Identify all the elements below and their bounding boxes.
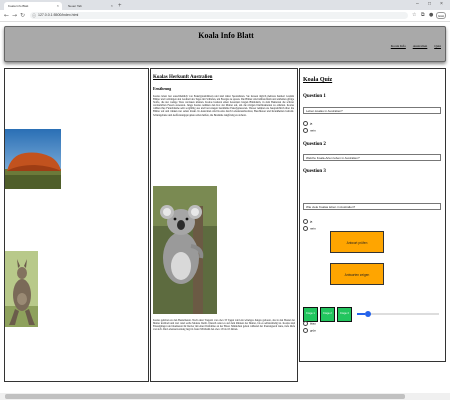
radio-label: grün: [310, 328, 317, 333]
radio-icon[interactable]: [303, 128, 308, 133]
question-1-button[interactable]: Frage 1: [303, 307, 318, 322]
radio-option-nein[interactable]: nein: [303, 226, 316, 231]
question-1-input[interactable]: Leben koalas in Australien?: [303, 107, 441, 114]
address-text: 127.0.0.1:5500/index.html: [38, 13, 79, 17]
radio-icon[interactable]: [303, 121, 308, 126]
show-answers-button[interactable]: Antworten zeigen: [330, 263, 384, 285]
quiz-title: Koala Quiz: [303, 77, 333, 83]
reload-icon[interactable]: ↻: [20, 11, 25, 20]
question-3-label: Question 3: [303, 169, 326, 174]
question-3-input[interactable]: Wie viele Koalas leben in Australien?: [303, 203, 441, 210]
profile-button[interactable]: Gäst: [436, 12, 446, 19]
question-2-button[interactable]: Frage 2: [320, 307, 335, 322]
new-tab-icon[interactable]: +: [118, 2, 122, 10]
left-column: [4, 68, 149, 382]
range-slider[interactable]: [357, 311, 439, 317]
article-column: Koalas Herkunft Australien Ernährung Koa…: [150, 68, 298, 382]
close-icon[interactable]: ×: [111, 2, 113, 10]
browser-tab-strip: Koala Info Blatt × Neuer Tab × + – □ ×: [0, 0, 450, 10]
article-subtitle: Ernährung: [153, 87, 172, 91]
radio-option-ja[interactable]: ja: [303, 121, 312, 126]
account-icon[interactable]: ●: [429, 12, 433, 19]
radio-label: nein: [310, 128, 316, 133]
browser-toolbar: ← → ↻ ⓘ 127.0.0.1:5500/index.html ☆ ⧉ ● …: [0, 10, 450, 22]
star-icon[interactable]: ☆: [412, 12, 416, 19]
radio-label: nein: [310, 226, 316, 231]
radio-option-ja[interactable]: ja: [303, 219, 312, 224]
radio-icon[interactable]: [303, 321, 308, 326]
radio-icon[interactable]: [303, 219, 308, 224]
article-paragraph-2: Koalas gehören zu den Beuteltieren. Nach…: [153, 319, 295, 332]
tab-new[interactable]: Neuer Tab ×: [64, 2, 116, 10]
radio-label: ja: [310, 121, 313, 126]
scrollbar-thumb[interactable]: [5, 394, 405, 399]
tab-koala-info[interactable]: Koala Info Blatt ×: [4, 2, 62, 10]
question-1-label: Question 1: [303, 94, 326, 99]
check-answer-button[interactable]: Antwort prüfen: [330, 231, 384, 253]
address-bar[interactable]: ⓘ 127.0.0.1:5500/index.html: [30, 12, 408, 19]
tab-title: Koala Info Blatt: [8, 4, 29, 8]
slider-thumb[interactable]: [364, 311, 371, 317]
quiz-column: Koala Quiz Question 1 Leben koalas in Au…: [299, 68, 446, 362]
article-title: Koalas Herkunft Australien: [153, 75, 213, 80]
question-2-label: Question 2: [303, 142, 326, 147]
article-paragraph-1: Koalas leben fast ausschließlich von Euk…: [153, 95, 294, 117]
tab-title: Neuer Tab: [68, 4, 82, 8]
nav-link-quiz[interactable]: Quiz: [434, 44, 441, 48]
lock-icon: ⓘ: [32, 13, 36, 18]
radio-label: blau: [310, 321, 316, 326]
koala-image: [153, 186, 217, 314]
back-icon[interactable]: ←: [4, 11, 9, 20]
radio-option-nein[interactable]: nein: [303, 128, 316, 133]
minimize-icon[interactable]: –: [416, 1, 419, 7]
page-title: Koala Info Blatt: [198, 31, 254, 40]
nav-link-koala-info[interactable]: Koala Info: [391, 44, 406, 48]
radio-icon[interactable]: [303, 328, 308, 333]
radio-option-gruen[interactable]: grün: [303, 328, 316, 333]
wallaby-image: [5, 251, 38, 327]
radio-icon[interactable]: [303, 226, 308, 231]
radio-label: ja: [310, 219, 313, 224]
extensions-icon[interactable]: ⧉: [421, 12, 425, 19]
forward-icon[interactable]: →: [12, 11, 17, 20]
maximize-icon[interactable]: □: [428, 1, 431, 7]
slider-fill: [357, 313, 366, 315]
main-nav: Koala Info Australien Quiz: [385, 44, 441, 48]
close-window-icon[interactable]: ×: [440, 1, 443, 7]
site-header: Koala Info Blatt Koala Info Australien Q…: [4, 26, 446, 62]
radio-option-blau[interactable]: blau: [303, 321, 316, 326]
question-3-button[interactable]: Frage 3: [337, 307, 352, 322]
horizontal-scrollbar[interactable]: [0, 393, 450, 400]
question-2-input[interactable]: Welche Koala-Arten leben in Australien?: [303, 154, 441, 161]
nav-link-australien[interactable]: Australien: [413, 44, 428, 48]
close-icon[interactable]: ×: [57, 2, 59, 10]
uluru-image: [5, 129, 61, 189]
